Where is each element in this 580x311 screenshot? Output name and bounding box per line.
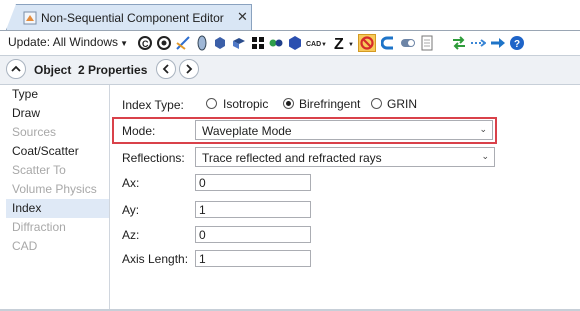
isotropic-label: Isotropic <box>223 97 269 111</box>
axis-length-field[interactable]: 1 <box>195 250 311 267</box>
update-dropdown[interactable]: Update: All Windows ▼ <box>8 35 128 49</box>
grid-icon[interactable] <box>250 35 266 51</box>
properties-label: 2 Properties <box>78 63 148 77</box>
document-tab-strip: Non-Sequential Component Editor ✕ <box>0 0 580 31</box>
category-scatter-to[interactable]: Scatter To <box>6 161 109 180</box>
editor-icon <box>23 11 37 25</box>
svg-text:Z: Z <box>334 36 344 51</box>
object-bar: Object 2 Properties <box>0 56 580 85</box>
grin-label: GRIN <box>387 97 417 111</box>
category-draw[interactable]: Draw <box>6 104 109 123</box>
mode-highlight-box <box>112 117 497 144</box>
grin-radio[interactable] <box>371 98 382 109</box>
previous-object-button[interactable] <box>156 59 176 79</box>
index-type-label: Index Type: <box>122 98 184 112</box>
group-icon[interactable] <box>268 35 284 51</box>
collapse-button[interactable] <box>6 59 26 79</box>
chevron-down-icon: ▼ <box>120 39 128 48</box>
axis-length-label: Axis Length: <box>122 252 189 266</box>
reflections-value: Trace reflected and refracted rays <box>202 151 382 165</box>
close-icon[interactable]: ✕ <box>237 9 248 25</box>
ray-trace-icon[interactable] <box>175 35 191 51</box>
hexagon-icon[interactable] <box>287 35 303 51</box>
arrow-right-icon[interactable] <box>490 35 506 51</box>
chevron-up-icon <box>11 65 21 72</box>
chevron-down-icon: ⌄ <box>481 151 489 161</box>
editor-tab[interactable]: Non-Sequential Component Editor ✕ <box>6 4 252 30</box>
lens-icon[interactable] <box>194 35 210 51</box>
update-label: Update: All Windows <box>8 35 119 49</box>
ay-label: Ay: <box>122 203 140 217</box>
category-type[interactable]: Type <box>6 85 109 104</box>
svg-text:C: C <box>142 39 149 49</box>
refresh-all-icon[interactable] <box>156 35 172 51</box>
isotropic-radio[interactable] <box>206 98 217 109</box>
arrows-icon[interactable] <box>451 35 467 51</box>
ay-value: 1 <box>199 203 206 217</box>
az-value: 0 <box>199 228 206 242</box>
toolbar: Update: All Windows ▼ C CAD ▼ Z ▼ ? <box>0 31 580 56</box>
svg-text:▼: ▼ <box>348 42 354 48</box>
next-object-button[interactable] <box>179 59 199 79</box>
birefringent-label: Birefringent <box>299 97 361 111</box>
category-sources[interactable]: Sources <box>6 123 109 142</box>
svg-text:?: ? <box>514 39 520 50</box>
reflections-label: Reflections: <box>122 151 185 165</box>
cube-icon[interactable] <box>212 35 228 51</box>
object-icon[interactable] <box>231 35 247 51</box>
az-field[interactable]: 0 <box>195 226 311 243</box>
ax-value: 0 <box>199 176 206 190</box>
tab-title: Non-Sequential Component Editor <box>41 11 224 25</box>
refresh-icon[interactable]: C <box>137 35 153 51</box>
axis-length-value: 1 <box>199 252 206 266</box>
cad-label: CAD <box>306 41 321 48</box>
cad-icon[interactable]: CAD ▼ <box>306 35 326 51</box>
chevron-left-icon <box>162 64 169 74</box>
category-diffraction[interactable]: Diffraction <box>6 218 109 237</box>
category-list: Type Draw Sources Coat/Scatter Scatter T… <box>6 85 110 311</box>
page-icon[interactable] <box>419 35 435 51</box>
object-label: Object <box>34 63 72 77</box>
reflections-select[interactable]: Trace reflected and refracted rays ⌄ <box>195 147 495 167</box>
magnet-icon[interactable] <box>381 35 397 51</box>
chevron-right-icon <box>186 64 193 74</box>
category-volume-physics[interactable]: Volume Physics <box>6 180 109 199</box>
ay-field[interactable]: 1 <box>195 201 311 218</box>
category-coat-scatter[interactable]: Coat/Scatter <box>6 142 109 161</box>
chain-icon[interactable] <box>470 35 486 51</box>
az-label: Az: <box>122 228 140 242</box>
ignore-icon[interactable] <box>358 34 376 52</box>
ax-label: Ax: <box>122 176 140 190</box>
help-icon[interactable]: ? <box>509 35 525 51</box>
ax-field[interactable]: 0 <box>195 174 311 191</box>
category-index[interactable]: Index <box>6 199 109 218</box>
toggle-icon[interactable] <box>400 35 416 51</box>
birefringent-radio[interactable] <box>283 98 294 109</box>
svg-text:▼: ▼ <box>321 42 326 48</box>
category-cad[interactable]: CAD <box>6 237 109 256</box>
z-icon[interactable]: Z ▼ <box>334 35 356 51</box>
